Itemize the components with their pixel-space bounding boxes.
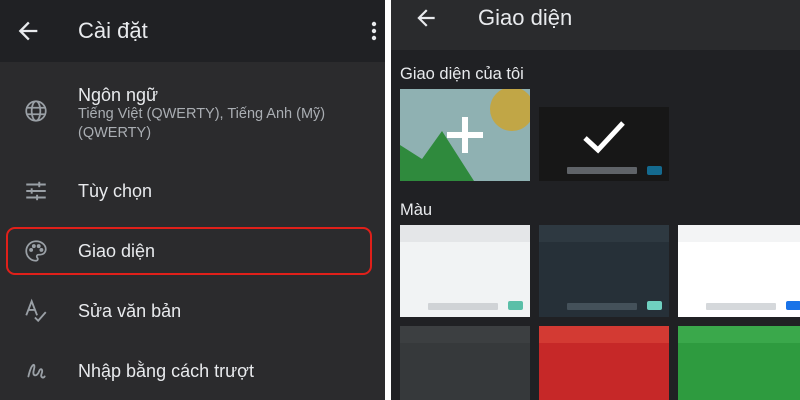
settings-item-label: Giao diện xyxy=(78,241,156,261)
settings-app-bar: Cài đặt xyxy=(0,0,385,62)
page-title: Giao diện xyxy=(478,5,573,30)
text-correction-icon xyxy=(23,298,49,324)
settings-item-label: Nhập bằng cách trượt xyxy=(78,361,254,381)
back-arrow-icon[interactable] xyxy=(14,17,42,45)
language-subtitle: Tiếng Việt (QWERTY), Tiếng Anh (Mỹ) (QWE… xyxy=(78,106,326,141)
theme-card-charcoal[interactable] xyxy=(400,326,530,400)
more-options-icon[interactable] xyxy=(362,16,385,46)
globe-icon xyxy=(23,98,49,124)
theme-card-light[interactable] xyxy=(400,225,530,317)
theme-card-white[interactable] xyxy=(678,225,800,317)
settings-item-label: Tùy chọn xyxy=(78,181,153,201)
back-arrow-icon[interactable] xyxy=(413,5,439,31)
palette-icon xyxy=(23,238,49,264)
plus-icon xyxy=(443,113,487,162)
my-themes-label: Giao diện của tôi xyxy=(400,65,524,83)
settings-item-swipe-typing[interactable]: Nhập bằng cách trượt xyxy=(0,346,385,396)
settings-screen: Cài đặt Ngôn ngữ Tiếng Việt (QWERTY), Ti… xyxy=(0,0,385,400)
add-theme-card[interactable] xyxy=(400,89,530,181)
settings-item-options[interactable]: Tùy chọn xyxy=(0,166,385,216)
settings-item-label: Sửa văn bản xyxy=(78,301,182,321)
settings-item-text-correction[interactable]: Sửa văn bản xyxy=(0,286,385,336)
sliders-icon xyxy=(23,178,49,204)
settings-item-label: Ngôn ngữ xyxy=(78,85,159,105)
swipe-icon xyxy=(23,358,49,384)
theme-card-dark-slate[interactable] xyxy=(539,225,669,317)
theme-card-dark-selected[interactable] xyxy=(539,107,669,181)
theme-card-green[interactable] xyxy=(678,326,800,400)
theme-card-red[interactable] xyxy=(539,326,669,400)
colors-label: Màu xyxy=(400,201,433,219)
page-title: Cài đặt xyxy=(78,18,148,43)
checkmark-icon xyxy=(581,117,627,162)
theme-screen: Giao diện Giao diện của tôi Màu xyxy=(391,0,800,400)
settings-item-theme[interactable]: Giao diện xyxy=(0,227,385,275)
theme-app-bar: Giao diện xyxy=(391,0,800,50)
